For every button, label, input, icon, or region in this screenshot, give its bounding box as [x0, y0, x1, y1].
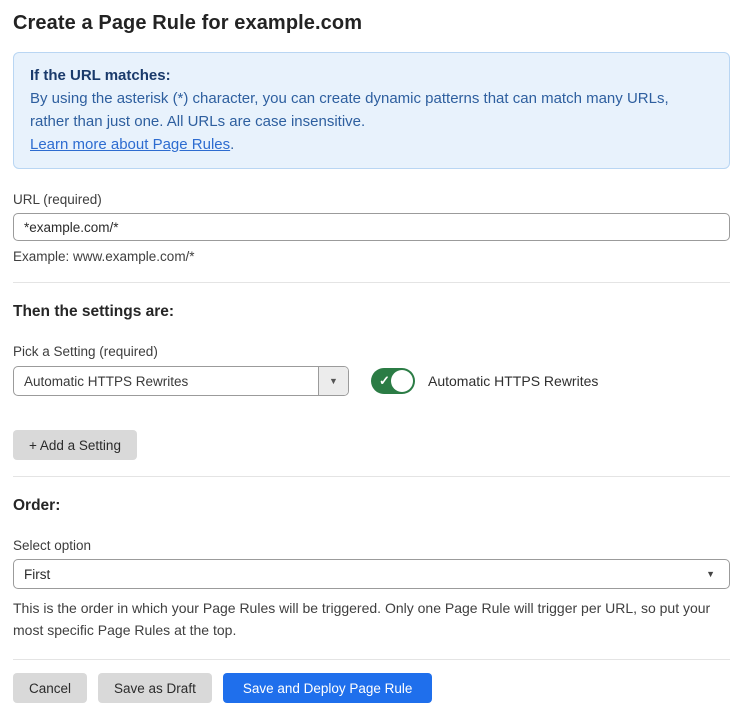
- save-as-draft-button[interactable]: Save as Draft: [98, 673, 212, 703]
- info-box-body: By using the asterisk (*) character, you…: [30, 90, 669, 130]
- save-and-deploy-button[interactable]: Save and Deploy Page Rule: [222, 673, 433, 703]
- info-box-link-line: Learn more about Page Rules.: [30, 133, 713, 156]
- order-section-heading: Order:: [13, 497, 61, 514]
- settings-section-heading: Then the settings are:: [13, 303, 175, 320]
- add-setting-button[interactable]: + Add a Setting: [13, 430, 137, 460]
- divider: [13, 282, 730, 283]
- setting-picker-label: Pick a Setting (required): [13, 344, 158, 359]
- setting-toggle[interactable]: ✓: [371, 368, 415, 394]
- info-box-heading: If the URL matches:: [30, 67, 171, 84]
- order-select-label: Select option: [13, 538, 92, 553]
- url-input[interactable]: [13, 213, 730, 241]
- page-title: Create a Page Rule for example.com: [13, 12, 363, 34]
- url-field-label: URL (required): [13, 192, 102, 207]
- link-period: .: [230, 136, 235, 153]
- divider: [13, 476, 730, 477]
- check-icon: ✓: [379, 373, 390, 389]
- cancel-button[interactable]: Cancel: [13, 673, 88, 703]
- toggle-knob: [391, 370, 413, 392]
- select-arrow-icon: ▼: [706, 569, 715, 579]
- setting-dropdown-value: Automatic HTTPS Rewrites: [24, 373, 189, 389]
- setting-dropdown-button[interactable]: ▼: [318, 367, 348, 395]
- action-bar: Cancel Save as Draft Save and Deploy Pag…: [13, 673, 730, 703]
- setting-toggle-label: Automatic HTTPS Rewrites: [428, 373, 599, 389]
- setting-dropdown[interactable]: Automatic HTTPS Rewrites ▼: [13, 366, 349, 396]
- url-field-helper: Example: www.example.com/*: [13, 249, 195, 264]
- order-select-value: First: [24, 566, 51, 582]
- page-rule-form: Create a Page Rule for example.com If th…: [0, 12, 743, 703]
- order-helper-text: This is the order in which your Page Rul…: [13, 600, 711, 638]
- setting-picker-row: Automatic HTTPS Rewrites ▼ ✓ Automatic H…: [13, 366, 730, 396]
- learn-more-link[interactable]: Learn more about Page Rules: [30, 136, 230, 153]
- url-match-info-box: If the URL matches: By using the asteris…: [13, 52, 730, 169]
- dropdown-arrow-icon: ▼: [329, 376, 338, 386]
- divider: [13, 659, 730, 660]
- order-select[interactable]: First ▼: [13, 559, 730, 589]
